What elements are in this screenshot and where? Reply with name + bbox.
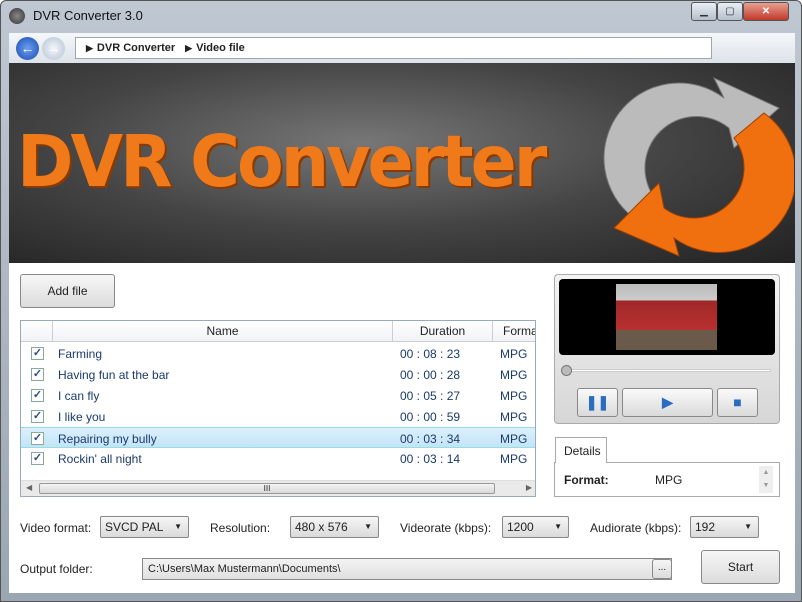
name-column-header[interactable]: Name xyxy=(53,321,393,342)
row-format: MPG xyxy=(500,389,528,403)
audiorate-label: Audiorate (kbps): xyxy=(590,521,682,535)
audiorate-select[interactable]: 192 ▼ xyxy=(690,516,759,538)
table-row[interactable]: ✓ Farming 00 : 08 : 23 MPG xyxy=(21,343,535,364)
minimize-button[interactable]: ▁ xyxy=(691,2,717,21)
play-button[interactable]: ▶ xyxy=(622,388,713,417)
breadcrumb-label: Video file xyxy=(196,42,245,54)
table-row[interactable]: ✓ I can fly 00 : 05 : 27 MPG xyxy=(21,385,535,406)
row-name: I can fly xyxy=(58,389,100,403)
breadcrumb-label: DVR Converter xyxy=(96,42,176,54)
row-format: MPG xyxy=(500,410,528,424)
table-row[interactable]: ✓ Having fun at the bar 00 : 00 : 28 MPG xyxy=(21,364,535,385)
video-format-label: Video format: xyxy=(20,521,92,535)
forward-button[interactable]: → xyxy=(42,37,65,60)
row-name: Farming xyxy=(58,347,103,361)
table-row[interactable]: ✓ I like you 00 : 00 : 59 MPG xyxy=(21,406,535,427)
row-name: Repairing my bully xyxy=(58,432,157,446)
details-scrollbar[interactable]: ▲ ▼ xyxy=(759,466,773,493)
output-folder-label: Output folder: xyxy=(20,562,93,576)
app-icon xyxy=(9,8,25,24)
row-duration: 00 : 03 : 14 xyxy=(400,452,461,466)
pause-button[interactable]: ❚❚ xyxy=(577,388,618,417)
row-name: Having fun at the bar xyxy=(58,368,170,382)
format-column-header[interactable]: Format xyxy=(493,321,535,342)
nav-bar: ← → ▶ DVR Converter ▶ Video file xyxy=(9,33,795,63)
format-label: Format: xyxy=(564,473,609,487)
row-checkbox[interactable]: ✓ xyxy=(31,389,44,402)
audiorate-value: 192 xyxy=(695,520,716,534)
add-file-button[interactable]: Add file xyxy=(20,274,115,308)
details-panel: Format: MPG ▲ ▼ xyxy=(554,462,780,497)
breadcrumb-item[interactable]: ▶ DVR Converter xyxy=(86,42,175,54)
maximize-button[interactable]: ▢ xyxy=(717,2,743,21)
row-duration: 00 : 05 : 27 xyxy=(400,389,461,403)
video-preview xyxy=(559,279,775,355)
video-format-value: SVCD PAL xyxy=(105,520,164,534)
breadcrumb-item[interactable]: ▶ Video file xyxy=(185,42,245,54)
video-player: ❚❚ ▶ ■ xyxy=(554,274,780,424)
convert-arrows-icon xyxy=(603,76,794,257)
chevron-down-icon: ▼ xyxy=(744,522,752,531)
row-name: Rockin' all night xyxy=(58,452,142,466)
videorate-select[interactable]: 1200 ▼ xyxy=(502,516,569,538)
chevron-down-icon: ▼ xyxy=(554,522,562,531)
row-checkbox[interactable]: ✓ xyxy=(31,410,44,423)
close-button[interactable]: ✕ xyxy=(743,2,789,21)
resolution-value: 480 x 576 xyxy=(295,520,348,534)
chevron-down-icon: ▼ xyxy=(364,522,372,531)
stop-button[interactable]: ■ xyxy=(717,388,758,417)
videorate-label: Videorate (kbps): xyxy=(400,521,492,535)
row-duration: 00 : 00 : 59 xyxy=(400,410,461,424)
scroll-right-icon[interactable]: ▶ xyxy=(526,483,532,492)
checkbox-column-header xyxy=(21,321,53,342)
seek-knob[interactable] xyxy=(561,365,572,376)
banner-logo: DVR Converter xyxy=(17,121,547,204)
back-button[interactable]: ← xyxy=(16,37,39,60)
scroll-left-icon[interactable]: ◀ xyxy=(26,483,32,492)
format-value: MPG xyxy=(655,473,683,487)
videorate-value: 1200 xyxy=(507,520,534,534)
row-checkbox[interactable]: ✓ xyxy=(31,347,44,360)
video-format-select[interactable]: SVCD PAL ▼ xyxy=(100,516,189,538)
row-format: MPG xyxy=(500,432,528,446)
row-duration: 00 : 08 : 23 xyxy=(400,347,461,361)
seek-slider[interactable] xyxy=(561,365,771,376)
browse-button[interactable]: ... xyxy=(652,559,672,579)
breadcrumb: ▶ DVR Converter ▶ Video file xyxy=(75,37,712,59)
row-checkbox[interactable]: ✓ xyxy=(31,452,44,465)
window-title: DVR Converter 3.0 xyxy=(33,8,143,23)
file-list: Name Duration Format ✓ Farming 00 : 08 :… xyxy=(20,320,536,497)
chevron-down-icon: ▼ xyxy=(174,522,182,531)
row-checkbox[interactable]: ✓ xyxy=(31,368,44,381)
banner: DVR Converter xyxy=(9,63,795,263)
row-checkbox[interactable]: ✓ xyxy=(31,432,44,445)
row-format: MPG xyxy=(500,347,528,361)
resolution-select[interactable]: 480 x 576 ▼ xyxy=(290,516,379,538)
scrollbar-thumb[interactable]: III xyxy=(39,483,495,494)
row-duration: 00 : 00 : 28 xyxy=(400,368,461,382)
row-name: I like you xyxy=(58,410,106,424)
row-duration: 00 : 03 : 34 xyxy=(400,432,461,446)
row-format: MPG xyxy=(500,452,528,466)
start-button[interactable]: Start xyxy=(701,550,780,584)
video-frame xyxy=(616,284,717,350)
table-row[interactable]: ✓ Rockin' all night 00 : 03 : 14 MPG xyxy=(21,448,535,469)
table-row[interactable]: ✓ Repairing my bully 00 : 03 : 34 MPG xyxy=(21,427,535,448)
tab-details[interactable]: Details xyxy=(555,437,607,463)
horizontal-scrollbar[interactable]: ◀ III ▶ xyxy=(21,480,535,496)
row-format: MPG xyxy=(500,368,528,382)
resolution-label: Resolution: xyxy=(210,521,271,535)
duration-column-header[interactable]: Duration xyxy=(393,321,493,342)
output-folder-input[interactable]: C:\Users\Max Mustermann\Documents\ xyxy=(142,558,672,580)
